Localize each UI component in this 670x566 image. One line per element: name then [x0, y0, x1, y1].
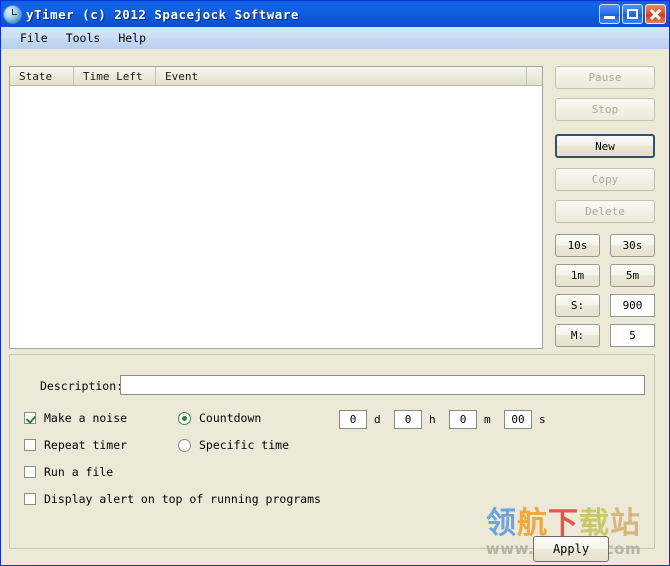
menu-item-tools[interactable]: Tools [57, 29, 110, 47]
menu-item-help[interactable]: Help [109, 29, 155, 47]
window-title: yTimer (c) 2012 Spacejock Software [26, 6, 299, 22]
timer-list-body[interactable] [10, 86, 542, 348]
column-header-state[interactable]: State [10, 67, 74, 85]
new-button[interactable]: New [555, 134, 655, 158]
checkbox-run-a-file[interactable]: Run a file [24, 465, 113, 479]
seconds-unit-label: s [539, 413, 546, 426]
quick-10s-button[interactable]: 10s [555, 234, 600, 257]
checkbox-run-a-file-box[interactable] [24, 466, 36, 478]
description-label: Description: [40, 379, 124, 393]
window-controls [599, 4, 666, 24]
column-header-time-left[interactable]: Time Left [74, 67, 156, 85]
delete-button[interactable]: Delete [555, 200, 655, 223]
checkbox-display-alert-label: Display alert on top of running programs [44, 492, 321, 506]
title-bar: yTimer (c) 2012 Spacejock Software [1, 1, 669, 27]
checkbox-repeat-timer[interactable]: Repeat timer [24, 438, 127, 452]
checkbox-make-a-noise-label: Make a noise [44, 411, 128, 425]
quick-minutes-input[interactable]: 5 [610, 324, 655, 347]
timer-list-header: State Time Left Event [10, 67, 542, 86]
seconds-input[interactable]: 00 [504, 410, 532, 429]
menu-bar: File Tools Help [1, 27, 669, 49]
checkbox-run-a-file-label: Run a file [44, 465, 114, 479]
minutes-input[interactable]: 0 [449, 410, 477, 429]
radio-specific-time[interactable]: Specific time [178, 438, 289, 452]
days-unit-label: d [374, 413, 381, 426]
quick-seconds-input[interactable]: 900 [610, 294, 655, 317]
maximize-button[interactable] [622, 4, 643, 24]
checkbox-display-alert-box[interactable] [24, 493, 36, 505]
radio-specific-time-label: Specific time [199, 438, 290, 452]
pause-button[interactable]: Pause [555, 66, 655, 89]
application-window: yTimer (c) 2012 Spacejock Software File … [0, 0, 670, 566]
minimize-button[interactable] [599, 4, 620, 24]
apply-button[interactable]: Apply [533, 536, 609, 562]
menu-item-file[interactable]: File [11, 29, 57, 47]
checkbox-make-a-noise-box[interactable] [24, 412, 36, 424]
quick-seconds-button[interactable]: S: [555, 294, 600, 317]
radio-specific-time-dot[interactable] [178, 438, 191, 452]
quick-1m-button[interactable]: 1m [555, 264, 600, 287]
timer-list[interactable]: State Time Left Event [9, 66, 543, 349]
radio-countdown-label: Countdown [199, 411, 262, 425]
copy-button[interactable]: Copy [555, 168, 655, 191]
checkbox-display-alert[interactable]: Display alert on top of running programs [24, 492, 321, 506]
hours-input[interactable]: 0 [394, 410, 422, 429]
quick-minutes-button[interactable]: M: [555, 324, 600, 347]
column-header-extra[interactable] [527, 67, 542, 85]
checkbox-repeat-timer-box[interactable] [24, 439, 36, 451]
column-header-event[interactable]: Event [156, 67, 527, 85]
stop-button[interactable]: Stop [555, 98, 655, 121]
radio-countdown[interactable]: Countdown [178, 411, 261, 425]
minutes-unit-label: m [484, 413, 491, 426]
hours-unit-label: h [429, 413, 436, 426]
close-button[interactable] [645, 4, 666, 24]
quick-30s-button[interactable]: 30s [610, 234, 655, 257]
radio-countdown-dot[interactable] [178, 411, 191, 425]
checkbox-make-a-noise[interactable]: Make a noise [24, 411, 127, 425]
timer-details-panel: Description: Make a noise Repeat timer R… [9, 354, 655, 562]
description-input[interactable] [120, 375, 645, 395]
quick-5m-button[interactable]: 5m [610, 264, 655, 287]
days-input[interactable]: 0 [339, 410, 367, 429]
checkbox-repeat-timer-label: Repeat timer [44, 438, 128, 452]
client-area: State Time Left Event Pause Stop New Cop… [1, 49, 669, 565]
clock-icon [4, 5, 21, 23]
